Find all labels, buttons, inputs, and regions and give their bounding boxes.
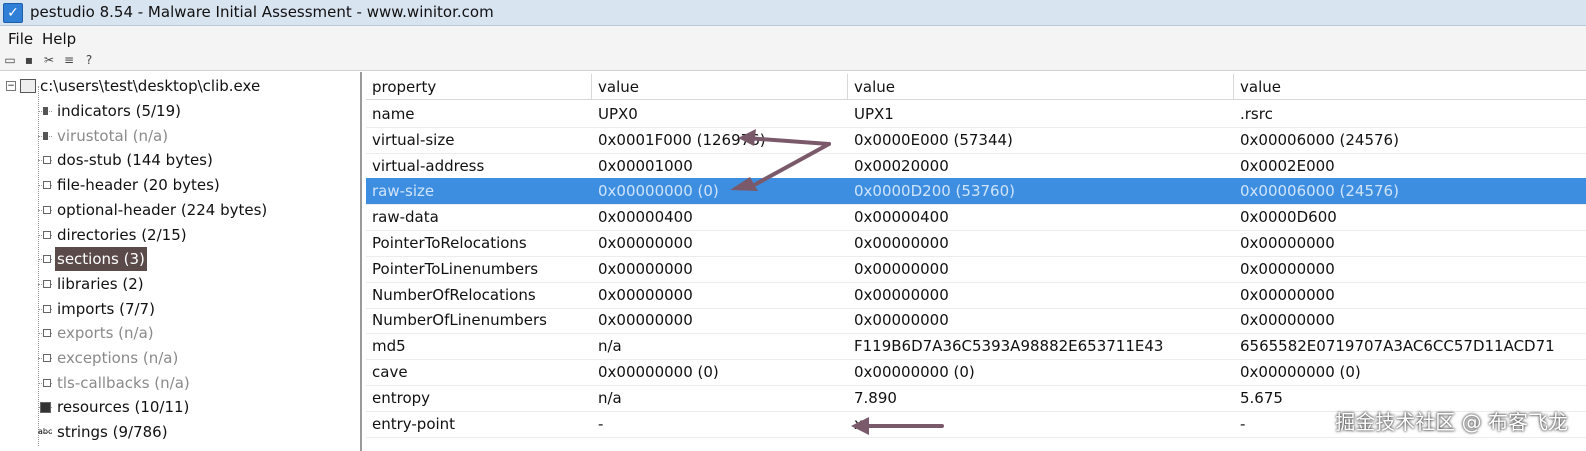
tree-item-label: directories (2/15) [57, 225, 187, 244]
list-icon[interactable]: ≡ [62, 53, 76, 67]
arrow-raw-size [754, 142, 831, 186]
tree-item-label: libraries (2) [57, 274, 144, 293]
menu-help[interactable]: Help [42, 30, 76, 48]
tree-item-label: optional-header (224 bytes) [57, 200, 268, 219]
tree-guide [38, 86, 39, 446]
watermark: 掘金技术社区 @ 布客飞龙 [1335, 410, 1568, 434]
tree-item-label: exceptions (n/a) [57, 349, 179, 367]
box-icon [43, 156, 51, 165]
chart-icon [43, 107, 48, 115]
box-icon [43, 230, 51, 239]
help-icon[interactable]: ? [82, 53, 96, 67]
box-icon [43, 255, 51, 264]
strings-icon: abc [38, 427, 53, 437]
tree-item-label: sections (3) [55, 247, 147, 272]
tree-item-label: tls-callbacks (n/a) [57, 373, 190, 392]
box-icon [43, 181, 51, 190]
arrow-virtual-size [744, 136, 831, 146]
menu-bar: File Help [0, 26, 1586, 50]
virustotal-icon [43, 131, 48, 140]
tree-root-label: c:\users\test\desktop\clib.exe [40, 77, 261, 95]
open-folder-icon[interactable]: ▭ [3, 53, 17, 67]
cut-icon[interactable]: ✂ [42, 53, 56, 67]
box-icon [43, 304, 51, 313]
window-title: pestudio 8.54 - Malware Initial Assessme… [30, 3, 494, 21]
tree-item-label: indicators (5/19) [57, 102, 181, 120]
tree-item-label: imports (7/7) [57, 299, 155, 318]
box-icon [43, 329, 51, 338]
arrowhead-entry-point [851, 417, 869, 435]
title-bar: ✓ pestudio 8.54 - Malware Initial Assess… [0, 0, 1586, 26]
tree-item-label: file-header (20 bytes) [57, 176, 220, 195]
box-icon [43, 205, 51, 214]
tree-item-label: strings (9/786) [57, 423, 168, 442]
tree-item-label: exports (n/a) [57, 324, 154, 343]
arrowhead-raw-size [730, 177, 758, 191]
check-icon: ✓ [3, 3, 23, 23]
annotation-arrows [730, 129, 944, 435]
tree-item-label: resources (10/11) [57, 398, 190, 417]
arrowhead-virtual-size [738, 129, 756, 146]
save-icon[interactable]: ▪ [22, 53, 36, 67]
file-icon [20, 79, 36, 93]
toolbar: ▭ ▪ ✂ ≡ ? [0, 50, 1586, 71]
resources-icon [40, 402, 51, 414]
sections-table: property value value value name UPX0 UPX1.… [366, 74, 1586, 451]
menu-file[interactable]: File [8, 30, 33, 48]
tree-panel: − c:\users\test\desktop\clib.exe indicat… [0, 72, 362, 451]
tree-item-label: dos-stub (144 bytes) [57, 151, 213, 170]
collapse-icon[interactable]: − [6, 81, 16, 91]
box-icon [43, 279, 51, 288]
tree-item-label: virustotal (n/a) [57, 126, 169, 145]
box-icon [43, 378, 51, 387]
box-icon [43, 354, 51, 362]
